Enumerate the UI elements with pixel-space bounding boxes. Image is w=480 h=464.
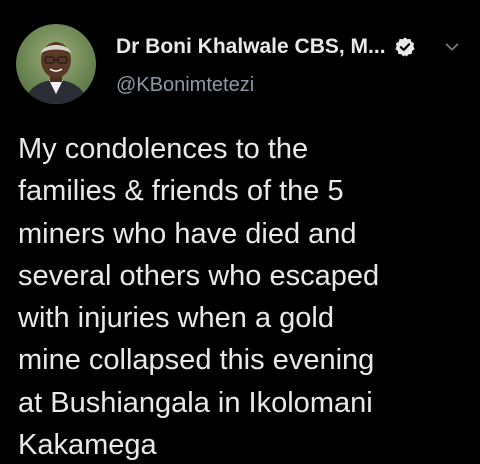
avatar[interactable] <box>16 24 96 104</box>
tweet-card: Dr Boni Khalwale CBS, M... @KBonimtetezi… <box>0 0 480 464</box>
tweet-text: My condolences to the families & friends… <box>18 133 380 462</box>
author-display-name[interactable]: Dr Boni Khalwale CBS, M... <box>116 35 386 59</box>
chevron-down-icon[interactable] <box>441 36 463 58</box>
author-handle[interactable]: @KBonimtetezi <box>116 74 254 97</box>
avatar-photo <box>16 24 96 104</box>
author-name-row[interactable]: Dr Boni Khalwale CBS, M... <box>116 32 416 62</box>
verified-badge-icon <box>394 37 415 57</box>
